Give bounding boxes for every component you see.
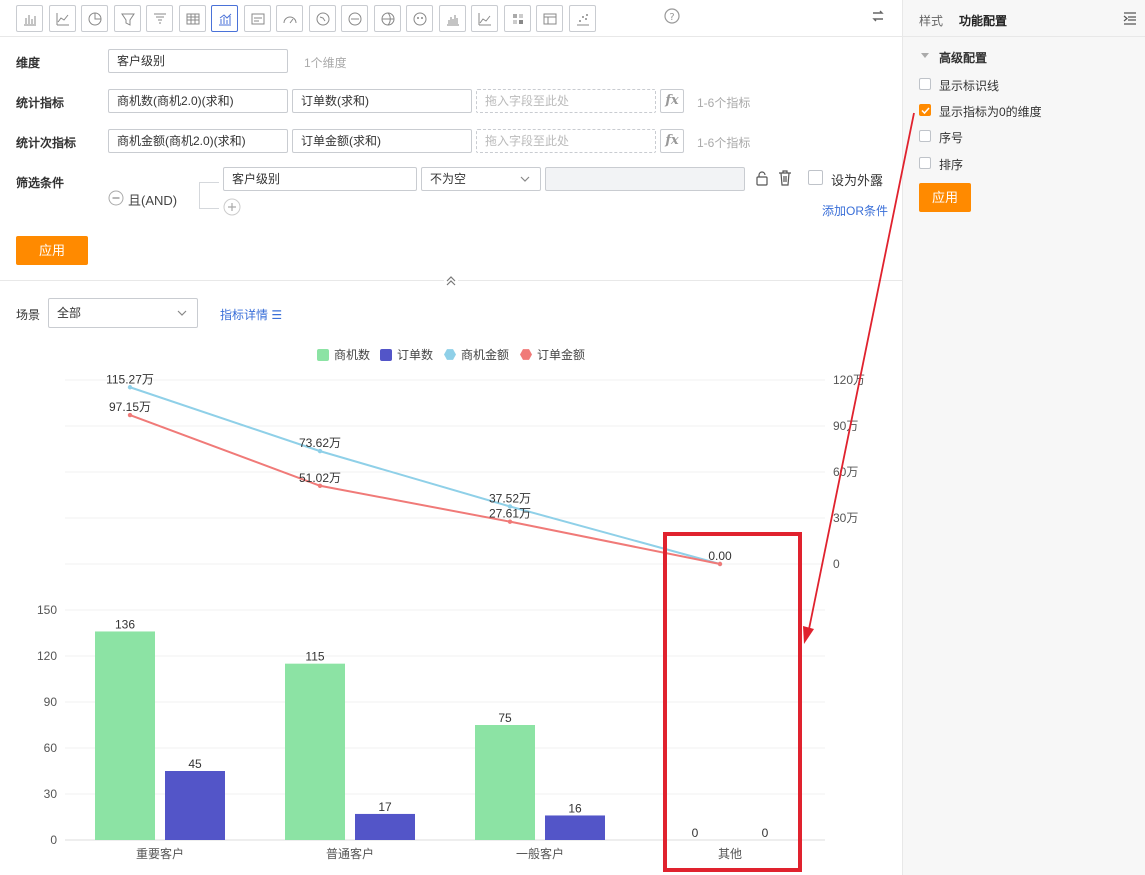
bar-data-label: 0 bbox=[762, 826, 769, 840]
bar-data-label: 75 bbox=[498, 711, 512, 725]
advanced-config-title: 高级配置 bbox=[939, 51, 988, 65]
check-icon bbox=[921, 107, 930, 115]
line-axis-tick: 30万 bbox=[833, 511, 858, 525]
bar bbox=[355, 813, 415, 840]
show-markline-label: 显示标识线 bbox=[939, 79, 1000, 93]
right-panel: 样式 功能配置 高级配置 显示标识线 显示指标为0的维度 序号 排序 应用 bbox=[902, 0, 1145, 875]
bar bbox=[545, 815, 605, 840]
line-axis-tick: 120万 bbox=[833, 373, 865, 387]
bar bbox=[165, 771, 225, 840]
bar-axis-tick: 0 bbox=[50, 833, 57, 847]
bar-axis-tick: 60 bbox=[44, 741, 58, 755]
line-data-label: 51.02万 bbox=[299, 471, 341, 485]
bar-axis-tick: 120 bbox=[37, 649, 57, 663]
show-zero-dimension-label: 显示指标为0的维度 bbox=[939, 105, 1042, 119]
line-data-label: 97.15万 bbox=[109, 400, 151, 414]
tab-style[interactable]: 样式 bbox=[919, 12, 943, 29]
series-line bbox=[129, 386, 721, 565]
bar bbox=[285, 663, 345, 840]
series-line bbox=[129, 414, 721, 565]
line-data-label: 0.00 bbox=[708, 549, 732, 563]
bar-axis-tick: 150 bbox=[37, 603, 57, 617]
show-zero-dimension-checkbox[interactable] bbox=[919, 104, 931, 116]
bar-axis-tick: 90 bbox=[44, 695, 58, 709]
line-axis-tick: 90万 bbox=[833, 419, 858, 433]
sort-checkbox[interactable] bbox=[919, 157, 931, 169]
line-data-label: 27.61万 bbox=[489, 507, 531, 521]
bar-data-label: 16 bbox=[568, 801, 582, 815]
line-axis-tick: 0 bbox=[833, 557, 840, 571]
serial-number-label: 序号 bbox=[939, 131, 964, 145]
caret-down-icon[interactable] bbox=[921, 53, 929, 59]
combo-chart: 0 30万 60万 90万 120万 115.27万 73.62万 37.52万 0.00 97.… bbox=[37, 372, 865, 861]
bar-data-label: 17 bbox=[378, 800, 392, 814]
sort-label: 排序 bbox=[939, 158, 964, 172]
panel-divider bbox=[903, 36, 1145, 37]
line-data-label: 73.62万 bbox=[299, 436, 341, 450]
category-label: 其他 bbox=[718, 847, 742, 861]
category-label: 普通客户 bbox=[326, 846, 374, 861]
line-point bbox=[717, 561, 723, 567]
tab-function-config[interactable]: 功能配置 bbox=[959, 12, 1007, 29]
bar-data-label: 45 bbox=[188, 757, 202, 771]
line-axis-tick: 60万 bbox=[833, 465, 858, 479]
bar-data-label: 136 bbox=[115, 617, 135, 631]
line-data-label: 115.27万 bbox=[106, 372, 154, 386]
line-data-label: 37.52万 bbox=[489, 491, 531, 505]
bar-data-label: 0 bbox=[692, 826, 699, 840]
bar-axis-tick: 30 bbox=[44, 787, 58, 801]
category-label: 重要客户 bbox=[136, 846, 184, 861]
panel-apply-button[interactable]: 应用 bbox=[919, 183, 971, 212]
show-markline-checkbox[interactable] bbox=[919, 78, 931, 90]
bar bbox=[475, 725, 535, 840]
bar-data-label: 115 bbox=[305, 650, 324, 664]
bar bbox=[95, 631, 155, 840]
serial-number-checkbox[interactable] bbox=[919, 130, 931, 142]
category-label: 一般客户 bbox=[516, 846, 564, 861]
collapse-panel-icon[interactable] bbox=[1123, 12, 1137, 25]
